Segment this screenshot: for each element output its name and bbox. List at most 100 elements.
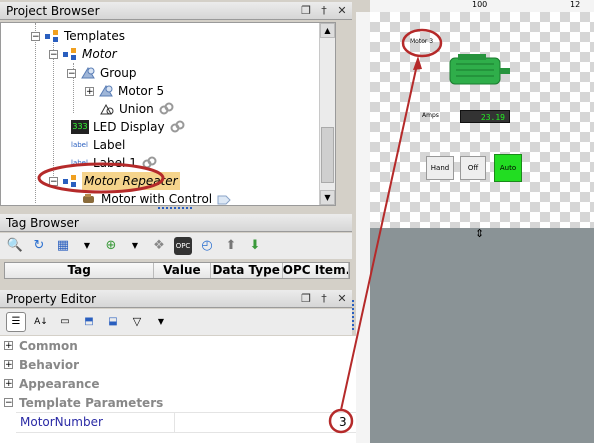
off-button[interactable]: Off: [460, 156, 486, 180]
tree-item-motor-with-control[interactable]: Motor with Control: [81, 190, 232, 206]
tree-item-label-1[interactable]: label Label 1: [71, 154, 157, 172]
property-editor-toolbar: ☰ A↓ ▭ ⬒ ⬓ ▽ ▼: [0, 309, 352, 335]
category-label: Common: [19, 338, 78, 353]
motor-graphic: [449, 54, 510, 85]
categorized-view-icon[interactable]: ☰: [6, 312, 26, 332]
project-browser-titlebar: Project Browser ❐ † ✕: [0, 2, 352, 20]
float-icon[interactable]: ❐: [300, 3, 312, 19]
dropdown-icon[interactable]: ▼: [78, 237, 96, 255]
led-display-icon: 333: [71, 120, 89, 134]
collapse-icon[interactable]: −: [49, 176, 58, 186]
category-label: Appearance: [19, 376, 100, 391]
property-name: MotorNumber: [20, 415, 103, 429]
scroll-down-icon[interactable]: ▼: [320, 190, 335, 205]
auto-button[interactable]: Auto: [494, 154, 522, 182]
scroll-thumb[interactable]: [321, 127, 334, 183]
pin-icon[interactable]: †: [318, 291, 330, 307]
column-header-tag[interactable]: Tag: [5, 263, 155, 278]
tag-browser-toolbar: 🔍 ↻ ▦ ▼ ⊕ ▼ ❖ OPC ◴ ⬆ ⬇: [0, 233, 352, 259]
category-label: Behavior: [19, 357, 80, 372]
tree-item-label: LED Display: [93, 120, 165, 134]
dropdown-icon[interactable]: ▼: [152, 313, 170, 331]
float-icon[interactable]: ❐: [300, 291, 312, 307]
scroll-up-icon[interactable]: ▲: [320, 23, 335, 38]
property-editor-title: Property Editor: [6, 292, 97, 306]
refresh-icon[interactable]: ↻: [30, 237, 48, 255]
template-icon: [62, 47, 78, 61]
timer-icon[interactable]: ◴: [198, 237, 216, 255]
category-template-parameters[interactable]: − Template Parameters: [4, 393, 354, 412]
tree-guide-line: [35, 23, 36, 203]
expand-all-icon[interactable]: ⬒: [80, 313, 98, 331]
collapse-icon[interactable]: −: [49, 49, 58, 59]
tree-item-motor[interactable]: − Motor: [49, 45, 117, 63]
tree-item-label: Motor with Control: [101, 192, 213, 206]
expand-icon[interactable]: +: [4, 341, 13, 351]
collapse-icon[interactable]: −: [4, 398, 13, 408]
collapse-icon[interactable]: −: [31, 31, 40, 41]
tag-icon[interactable]: ❖: [150, 237, 168, 255]
tag-browser-titlebar: Tag Browser: [0, 214, 352, 232]
motor-label[interactable]: Motor 3: [410, 38, 433, 45]
export-icon[interactable]: ⬆: [222, 237, 240, 255]
table-icon[interactable]: ▦: [54, 237, 72, 255]
resize-handle-icon[interactable]: ⇕: [475, 228, 484, 240]
binding-icon: [141, 156, 157, 170]
close-icon[interactable]: ✕: [336, 291, 348, 307]
tree-item-label: Label 1: [93, 156, 137, 170]
project-tree[interactable]: − Templates − Motor − Group + Motor 5 Un…: [0, 22, 336, 206]
tree-scrollbar[interactable]: ▲ ▼: [319, 23, 335, 205]
tree-item-label: Union: [119, 102, 154, 116]
tree-item-group[interactable]: − Group: [67, 64, 137, 82]
column-header-data-type[interactable]: Data Type: [211, 263, 283, 278]
amps-led-display: 23.19: [460, 110, 510, 123]
tree-item-label: Motor: [82, 47, 117, 61]
import-icon[interactable]: ⬇: [246, 237, 264, 255]
tree-item-label: Motor 5: [118, 84, 165, 98]
project-browser-title: Project Browser: [6, 4, 100, 18]
tree-item-union[interactable]: Union: [99, 100, 174, 118]
column-header-value[interactable]: Value: [154, 263, 211, 278]
property-divider: [174, 413, 175, 432]
property-editor-titlebar: Property Editor ❐ † ✕: [0, 290, 352, 308]
group-icon: [80, 66, 96, 80]
property-row-motornumber[interactable]: MotorNumber 3: [16, 412, 356, 433]
expand-icon[interactable]: +: [85, 86, 94, 96]
splitter-handle[interactable]: [158, 207, 192, 209]
tree-item-motor-5[interactable]: + Motor 5: [85, 82, 164, 100]
dropdown-icon[interactable]: ▼: [126, 237, 144, 255]
hand-button[interactable]: Hand: [426, 156, 454, 180]
tree-item-motor-repeater[interactable]: − Motor Repeater: [49, 172, 180, 190]
label-icon: label: [71, 141, 88, 149]
tree-item-led-display[interactable]: 333 LED Display: [71, 118, 185, 136]
tree-item-templates[interactable]: − Templates: [31, 27, 125, 45]
expand-icon[interactable]: +: [4, 360, 13, 370]
collapse-all-icon[interactable]: ⬓: [104, 313, 122, 331]
label-icon: label: [71, 159, 88, 167]
tree-item-label-component[interactable]: label Label: [71, 136, 125, 154]
category-common[interactable]: + Common: [4, 336, 354, 355]
group-icon: [98, 84, 114, 98]
amps-value: 23.19: [480, 113, 505, 122]
category-label: Template Parameters: [19, 395, 164, 410]
category-appearance[interactable]: + Appearance: [4, 374, 354, 393]
binoculars-icon[interactable]: 🔍: [6, 237, 24, 255]
ruler-label: 12: [570, 0, 581, 9]
tag-table-header: Tag Value Data Type OPC Item...: [4, 262, 350, 279]
pin-icon[interactable]: †: [318, 3, 330, 19]
sort-az-icon[interactable]: A↓: [32, 313, 50, 331]
filter-icon[interactable]: ▽: [128, 313, 146, 331]
collapse-icon[interactable]: −: [67, 68, 76, 78]
add-tag-icon[interactable]: ⊕: [102, 237, 120, 255]
expand-icon[interactable]: +: [4, 379, 13, 389]
close-icon[interactable]: ✕: [336, 3, 348, 19]
property-value[interactable]: 3: [339, 415, 347, 429]
tag-browser-title: Tag Browser: [6, 216, 79, 230]
tag-icon: [216, 192, 232, 205]
opc-icon[interactable]: OPC: [174, 237, 192, 255]
template-canvas[interactable]: Motor 3 Amps 23.19 Hand Off Auto: [370, 12, 594, 228]
category-behavior[interactable]: + Behavior: [4, 355, 354, 374]
motor-image[interactable]: [446, 54, 512, 88]
column-header-opc-item[interactable]: OPC Item...: [283, 263, 349, 278]
property-icon[interactable]: ▭: [56, 313, 74, 331]
